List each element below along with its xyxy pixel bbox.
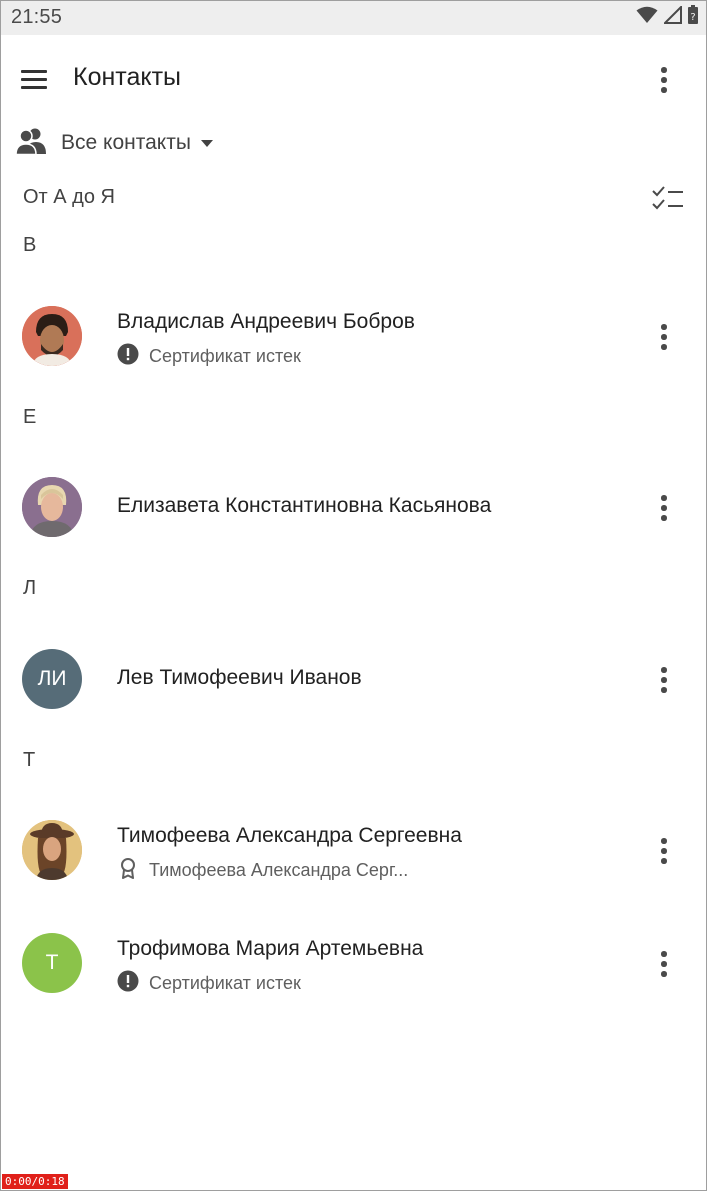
section-header: Л xyxy=(23,577,37,599)
app-bar: Контакты xyxy=(1,35,706,123)
avatar: Т xyxy=(22,933,82,993)
contacts-filter-dropdown[interactable]: Все контакты xyxy=(15,125,213,161)
contact-row-trofimova[interactable]: Т Трофимова Мария Артемьевна Сертификат … xyxy=(1,915,706,1011)
contact-name: Тимофеева Александра Сергеевна xyxy=(117,824,462,847)
more-vert-icon[interactable] xyxy=(651,663,677,695)
avatar xyxy=(22,477,82,537)
more-vert-icon[interactable] xyxy=(651,320,677,352)
contact-row-kasyanova[interactable]: Елизавета Константиновна Касьянова xyxy=(1,459,706,555)
cell-signal-icon xyxy=(662,4,682,29)
status-bar: 21:55 ? xyxy=(1,1,706,35)
certificate-status-text: Сертификат истек xyxy=(149,973,301,993)
status-icons: ? xyxy=(636,4,698,29)
section-header: Е xyxy=(23,406,37,428)
contact-name: Владислав Андреевич Бобров xyxy=(117,310,415,333)
section-header: В xyxy=(23,234,37,256)
contact-subtitle: Сертификат истек xyxy=(117,343,301,370)
more-vert-icon[interactable] xyxy=(651,63,677,95)
status-time: 21:55 xyxy=(11,6,63,28)
people-icon xyxy=(15,127,47,160)
more-vert-icon[interactable] xyxy=(651,491,677,523)
avatar xyxy=(22,306,82,366)
svg-text:?: ? xyxy=(690,12,695,23)
contact-subtitle: Тимофеева Александра Серг... xyxy=(117,857,408,884)
more-vert-icon[interactable] xyxy=(651,947,677,979)
alert-circle-icon xyxy=(117,343,139,370)
contact-name: Елизавета Константиновна Касьянова xyxy=(117,494,492,517)
avatar-initials: ЛИ xyxy=(37,667,67,690)
arrow-drop-down-icon xyxy=(200,139,213,147)
avatar: ЛИ xyxy=(22,649,82,709)
sort-order-label[interactable]: От А до Я xyxy=(23,186,115,209)
certificate-owner-text: Тимофеева Александра Серг... xyxy=(149,860,409,880)
more-vert-icon[interactable] xyxy=(651,834,677,866)
contact-subtitle: Сертификат истек xyxy=(117,970,301,997)
contact-row-timofeeva[interactable]: Тимофеева Александра Сергеевна Тимофеева… xyxy=(1,802,706,898)
checklist-icon[interactable] xyxy=(651,183,685,213)
contact-row-bobrov[interactable]: Владислав Андреевич Бобров Сертификат ис… xyxy=(1,288,706,384)
certificate-status-text: Сертификат истек xyxy=(149,346,301,366)
filter-label: Все контакты xyxy=(61,131,191,154)
avatar-initials: Т xyxy=(45,951,59,974)
contact-name: Трофимова Мария Артемьевна xyxy=(117,937,424,960)
wifi-icon xyxy=(636,6,658,29)
hamburger-menu-icon[interactable] xyxy=(15,61,55,97)
avatar xyxy=(22,820,82,880)
contact-name: Лев Тимофеевич Иванов xyxy=(117,666,362,689)
recording-timer-badge: 0:00/0:18 xyxy=(2,1174,68,1189)
contact-row-ivanov[interactable]: ЛИ Лев Тимофеевич Иванов xyxy=(1,631,706,727)
section-header: Т xyxy=(23,749,36,771)
alert-circle-icon xyxy=(117,970,139,997)
certificate-icon xyxy=(117,857,139,884)
page-title: Контакты xyxy=(73,63,181,91)
battery-icon: ? xyxy=(688,5,698,29)
